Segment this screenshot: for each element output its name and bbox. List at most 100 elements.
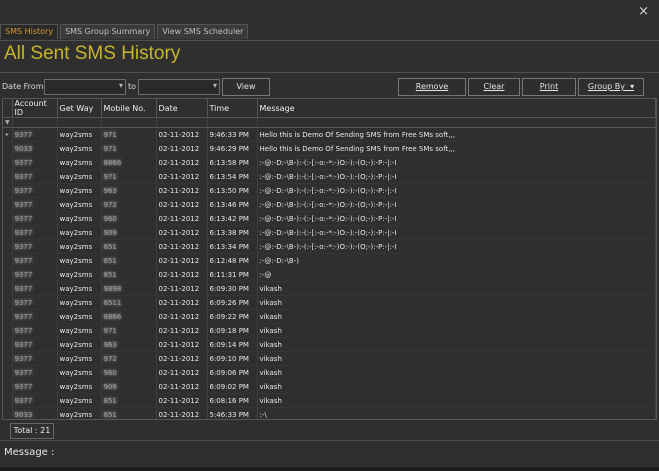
chevron-down-icon[interactable]: ▾ (119, 81, 123, 90)
filter-cell[interactable] (257, 117, 656, 128)
cell-message: vikash (257, 337, 656, 352)
tab-view-sms-scheduler[interactable]: View SMS Scheduler (157, 24, 249, 39)
table-row[interactable]: 9377 way2sms 851 02-11-2012 6:11:31 PM:-@ (3, 267, 656, 282)
clear-history-button[interactable]: Clear History (468, 78, 520, 107)
cell-date: 02-11-2012 (156, 253, 208, 268)
sms-history-grid[interactable]: Account ID Get Way Mobile No. Date Time … (2, 98, 657, 420)
cell-mobile-no: 963 (101, 337, 157, 352)
cell-time: 9:46:29 PM (207, 141, 258, 156)
cell-account-id: 9377 (12, 211, 58, 226)
column-header-message[interactable]: Message (257, 99, 656, 118)
cell-get-way: way2sms (57, 323, 102, 338)
cell-mobile-no: 971 (101, 141, 157, 156)
table-row[interactable]: 9377 way2sms 971 02-11-2012 6:09:18 PM vikash (3, 323, 656, 338)
row-selector (3, 309, 13, 324)
table-row[interactable]: 9377 way2sms 851 02-11-2012 6:12:48 PM:-@:-D… (3, 253, 656, 268)
cell-message: :-@:-D:-\B-):-(:-[:-o:-*:-)O:-):-(O;-):-… (257, 183, 656, 198)
cell-get-way: way2sms (57, 337, 102, 352)
table-row[interactable]: 9377 way2sms 8511 02-11-2012 6:09:26 PM vikas… (3, 295, 656, 310)
chevron-down-icon[interactable]: ▾ (213, 81, 217, 90)
row-selector (3, 267, 13, 282)
cell-date: 02-11-2012 (156, 155, 208, 170)
table-row[interactable]: 9377 way2sms 909 02-11-2012 6:09:02 PM vikash (3, 379, 656, 394)
view-button[interactable]: View (222, 78, 270, 96)
cell-get-way: way2sms (57, 393, 102, 408)
filter-cell[interactable] (101, 117, 157, 128)
taskbar-strip (0, 467, 659, 471)
grid-filter-row[interactable]: ▼ (3, 117, 656, 128)
cell-get-way: way2sms (57, 211, 102, 226)
filter-cell[interactable] (57, 117, 102, 128)
table-row[interactable]: 9033 way2sms 971 02-11-2012 9:46:29 PM Hello … (3, 141, 656, 156)
cell-get-way: way2sms (57, 281, 102, 296)
to-label: to (128, 82, 137, 91)
cell-date: 02-11-2012 (156, 309, 208, 324)
column-header-mobile-no[interactable]: Mobile No. (101, 99, 157, 118)
cell-message: :-@:-D:-\B-):-(:-[:-o:-*:-)O:-):-(O;-):-… (257, 211, 656, 226)
column-header-date[interactable]: Date (156, 99, 208, 118)
cell-account-id: 9377 (12, 295, 58, 310)
cell-mobile-no: 851 (101, 407, 157, 419)
table-row[interactable]: 9377 way2sms 851 02-11-2012 6:13:34 PM:-@:-D… (3, 239, 656, 254)
filter-cell[interactable] (156, 117, 208, 128)
cell-mobile-no: 971 (101, 169, 157, 184)
table-row[interactable]: 9377 way2sms 9898 02-11-2012 6:09:30 PM vikas… (3, 281, 656, 296)
cell-get-way: way2sms (57, 379, 102, 394)
print-preview-button[interactable]: Print Preview (522, 78, 576, 107)
table-row[interactable]: 9377 way2sms 960 02-11-2012 6:09:06 PM vikash (3, 365, 656, 380)
cell-mobile-no: 963 (101, 183, 157, 198)
cell-date: 02-11-2012 (156, 197, 208, 212)
filter-cell[interactable] (12, 117, 58, 128)
table-row[interactable]: 9377 way2sms 972 02-11-2012 6:09:10 PM vikash (3, 351, 656, 366)
row-selector (3, 155, 13, 170)
table-row[interactable]: 9033 way2sms 851 02-11-2012 5:46:33 PM:-\ (3, 407, 656, 419)
column-header-account-id[interactable]: Account ID (12, 99, 58, 118)
row-selector (3, 351, 13, 366)
cell-mobile-no: 972 (101, 197, 157, 212)
tab-sms-history[interactable]: SMS History (0, 24, 59, 39)
cell-get-way: way2sms (57, 197, 102, 212)
date-from-picker[interactable]: ▾ (44, 79, 126, 95)
table-row[interactable]: 9377 way2sms 960 02-11-2012 6:13:42 PM:-@:-D… (3, 211, 656, 226)
table-row[interactable]: 9377 way2sms 851 02-11-2012 6:08:16 PM vikash (3, 393, 656, 408)
group-by-dropdown[interactable]: Group By ▾ (578, 78, 644, 96)
cell-get-way: way2sms (57, 407, 102, 419)
cell-message: vikash (257, 379, 656, 394)
table-row[interactable]: ▸ 9377 way2sms 971 02-11-2012 9:46:33 PM Hello… (3, 127, 656, 142)
table-row[interactable]: 9377 way2sms 909 02-11-2012 6:13:38 PM:-@:-D… (3, 225, 656, 240)
cell-date: 02-11-2012 (156, 323, 208, 338)
table-row[interactable]: 9377 way2sms 8866 02-11-2012 6:13:58 PM:-@:-… (3, 155, 656, 170)
tab-sms-group-summary[interactable]: SMS Group Summary (60, 24, 156, 39)
table-row[interactable]: 9377 way2sms 8866 02-11-2012 6:09:22 PM vikas… (3, 309, 656, 324)
cell-get-way: way2sms (57, 127, 102, 142)
cell-get-way: way2sms (57, 253, 102, 268)
cell-time: 6:13:34 PM (207, 239, 258, 254)
cell-account-id: 9377 (12, 337, 58, 352)
cell-account-id: 9377 (12, 379, 58, 394)
cell-mobile-no: 8866 (101, 309, 157, 324)
column-header-get-way[interactable]: Get Way (57, 99, 102, 118)
cell-date: 02-11-2012 (156, 379, 208, 394)
table-row[interactable]: 9377 way2sms 971 02-11-2012 6:13:54 PM:-@:-D… (3, 169, 656, 184)
cell-mobile-no: 909 (101, 225, 157, 240)
table-row[interactable]: 9377 way2sms 963 02-11-2012 6:09:14 PM vikash (3, 337, 656, 352)
cell-date: 02-11-2012 (156, 183, 208, 198)
cell-account-id: 9033 (12, 407, 58, 419)
column-header-time[interactable]: Time (207, 99, 258, 118)
cell-time: 9:46:33 PM (207, 127, 258, 142)
row-selector (3, 337, 13, 352)
cell-time: 6:09:18 PM (207, 323, 258, 338)
date-to-picker[interactable]: ▾ (138, 79, 220, 95)
filter-icon[interactable]: ▼ (3, 117, 13, 128)
close-icon[interactable]: × (638, 4, 649, 19)
cell-account-id: 9377 (12, 239, 58, 254)
table-row[interactable]: 9377 way2sms 963 02-11-2012 6:13:50 PM:-@:-D… (3, 183, 656, 198)
cell-get-way: way2sms (57, 351, 102, 366)
table-row[interactable]: 9377 way2sms 972 02-11-2012 6:13:46 PM:-@:-D… (3, 197, 656, 212)
cell-time: 6:13:54 PM (207, 169, 258, 184)
remove-selected-button[interactable]: Remove Selected (398, 78, 466, 107)
filter-cell[interactable] (207, 117, 258, 128)
cell-get-way: way2sms (57, 169, 102, 184)
tab-divider (0, 40, 659, 41)
cell-account-id: 9377 (12, 393, 58, 408)
